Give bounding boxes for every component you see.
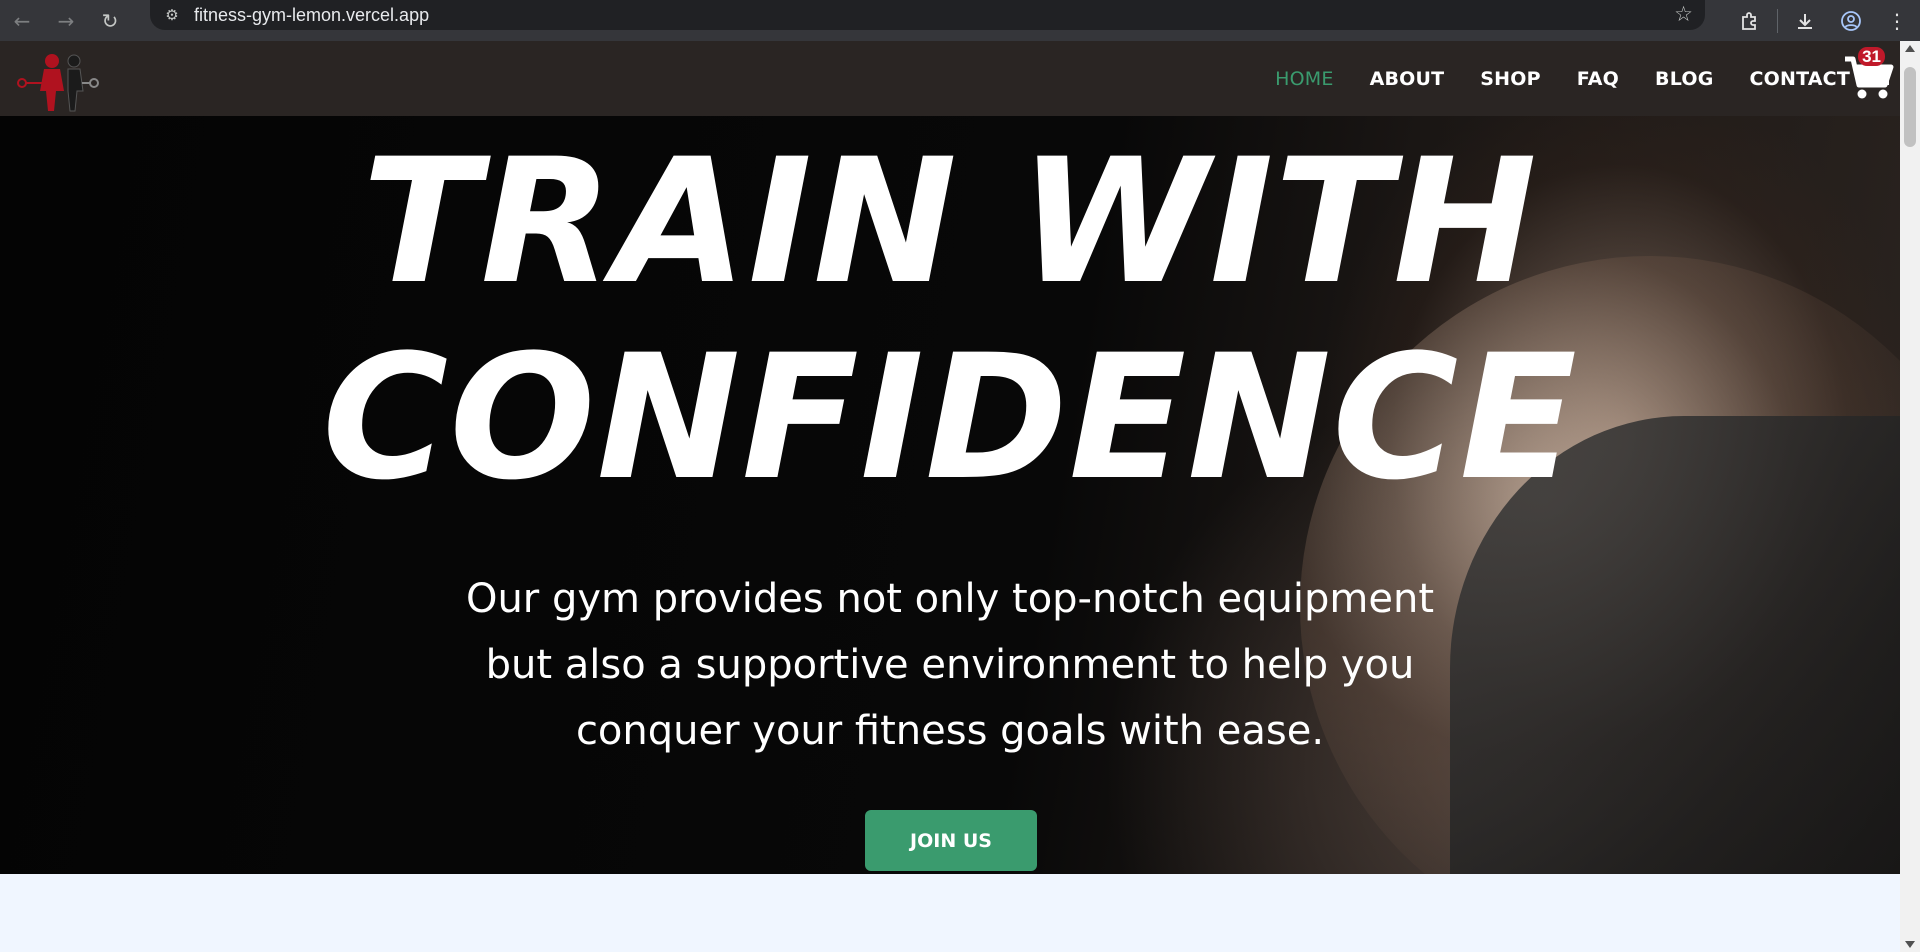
hero-description: Our gym provides not only top-notch equi… <box>465 576 1435 754</box>
nav-about[interactable]: ABOUT <box>1370 68 1445 90</box>
back-icon[interactable]: ← <box>0 0 44 41</box>
url-text[interactable]: fitness-gym-lemon.vercel.app <box>194 5 429 26</box>
address-bar[interactable]: ⚙ fitness-gym-lemon.vercel.app ☆ <box>150 0 1705 30</box>
hero-title-line2: CONFIDENCE <box>322 317 1578 518</box>
join-us-button[interactable]: JOIN US <box>865 810 1037 871</box>
toolbar-divider <box>1777 8 1778 33</box>
menu-icon[interactable]: ⋮ <box>1874 0 1920 41</box>
scroll-thumb[interactable] <box>1904 67 1916 147</box>
scroll-up-arrow[interactable] <box>1905 45 1915 52</box>
reload-icon[interactable]: ↻ <box>88 0 132 41</box>
profile-icon[interactable] <box>1828 0 1874 41</box>
scroll-down-arrow[interactable] <box>1905 941 1915 948</box>
nav-faq[interactable]: FAQ <box>1577 68 1619 90</box>
extensions-icon[interactable] <box>1727 0 1773 41</box>
forward-icon[interactable]: → <box>44 0 88 41</box>
download-icon[interactable] <box>1782 0 1828 41</box>
main-nav: HOME ABOUT SHOP FAQ BLOG CONTACT <box>1239 41 1850 116</box>
next-section <box>0 874 1900 952</box>
cart-count-badge: 31 <box>1858 47 1885 66</box>
nav-contact[interactable]: CONTACT <box>1750 68 1851 90</box>
page-scrollbar[interactable] <box>1900 41 1920 952</box>
cart-button[interactable]: 31 <box>1843 47 1895 103</box>
nav-blog[interactable]: BLOG <box>1655 68 1713 90</box>
hero-section: TRAIN WITH CONFIDENCE Our gym provides n… <box>0 116 1900 874</box>
site-info-icon[interactable]: ⚙ <box>150 6 194 24</box>
site-header: HOME ABOUT SHOP FAQ BLOG CONTACT 31 <box>0 41 1900 116</box>
gym-logo[interactable] <box>16 49 100 121</box>
browser-toolbar: ← → ↻ ⚙ fitness-gym-lemon.vercel.app ☆ ⋮ <box>0 0 1920 41</box>
hero-title-line1: TRAIN WITH <box>362 121 1538 322</box>
nav-shop[interactable]: SHOP <box>1480 68 1540 90</box>
bookmark-star-icon[interactable]: ☆ <box>1674 2 1693 26</box>
nav-home[interactable]: HOME <box>1275 68 1333 90</box>
